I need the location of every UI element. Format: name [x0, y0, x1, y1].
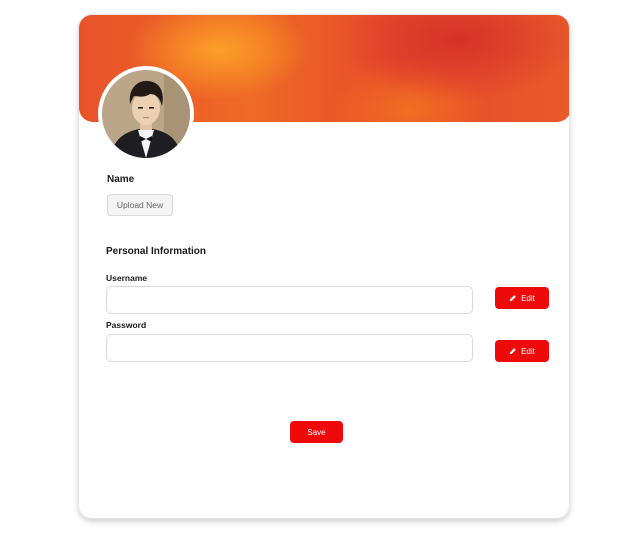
- edit-username-label: Edit: [521, 293, 535, 303]
- pencil-icon: [509, 348, 516, 355]
- password-label: Password: [106, 320, 147, 330]
- save-button[interactable]: Save: [290, 421, 343, 443]
- profile-avatar: [98, 66, 194, 162]
- edit-password-button[interactable]: Edit: [495, 340, 549, 362]
- avatar-photo: [102, 70, 190, 158]
- username-field[interactable]: [106, 286, 473, 314]
- edit-username-button[interactable]: Edit: [495, 287, 549, 309]
- password-field[interactable]: [106, 334, 473, 362]
- username-label: Username: [106, 273, 148, 283]
- personal-info-title: Personal Information: [106, 246, 207, 257]
- upload-new-button[interactable]: Upload New: [107, 194, 173, 216]
- pencil-icon: [509, 295, 516, 302]
- edit-password-label: Edit: [521, 346, 535, 356]
- person-photo-icon: [102, 70, 190, 158]
- name-label: Name: [107, 174, 135, 185]
